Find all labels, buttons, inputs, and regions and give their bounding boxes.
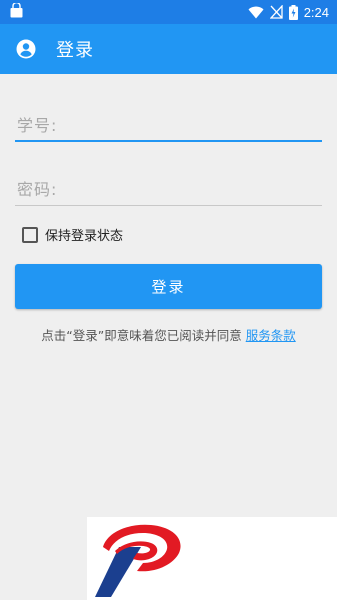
page-title: 登录 (56, 40, 94, 61)
student-id-label: 学号: (17, 116, 58, 135)
terms-text: 点击“登录”即意味着您已阅读并同意 (41, 328, 246, 343)
remember-login-row[interactable]: 保持登录状态 (22, 225, 123, 244)
terms-notice: 点击“登录”即意味着您已阅读并同意 服务条款 (0, 325, 337, 344)
status-icons: 2:24 (248, 0, 329, 24)
password-field[interactable]: 密码: (15, 166, 322, 206)
status-time: 2:24 (303, 4, 329, 20)
app-bar: 登录 (0, 24, 337, 74)
banner-ad[interactable] (87, 517, 337, 600)
remember-login-label: 保持登录状态 (45, 229, 124, 244)
terms-link[interactable]: 服务条款 (246, 328, 296, 343)
wifi-icon (248, 6, 264, 18)
account-circle-icon[interactable] (16, 39, 36, 59)
red-blue-p-logo (95, 524, 181, 597)
login-button[interactable]: 登录 (15, 264, 322, 309)
shopping-bag-icon (10, 3, 23, 18)
password-label: 密码: (17, 180, 58, 199)
password-underline (15, 205, 322, 206)
battery-charging-icon (288, 4, 298, 20)
student-id-underline (15, 140, 322, 142)
status-bar: 2:24 (0, 0, 337, 24)
student-id-field[interactable]: 学号: (15, 102, 322, 142)
signal-off-icon (269, 5, 283, 19)
remember-login-checkbox[interactable] (22, 226, 38, 243)
